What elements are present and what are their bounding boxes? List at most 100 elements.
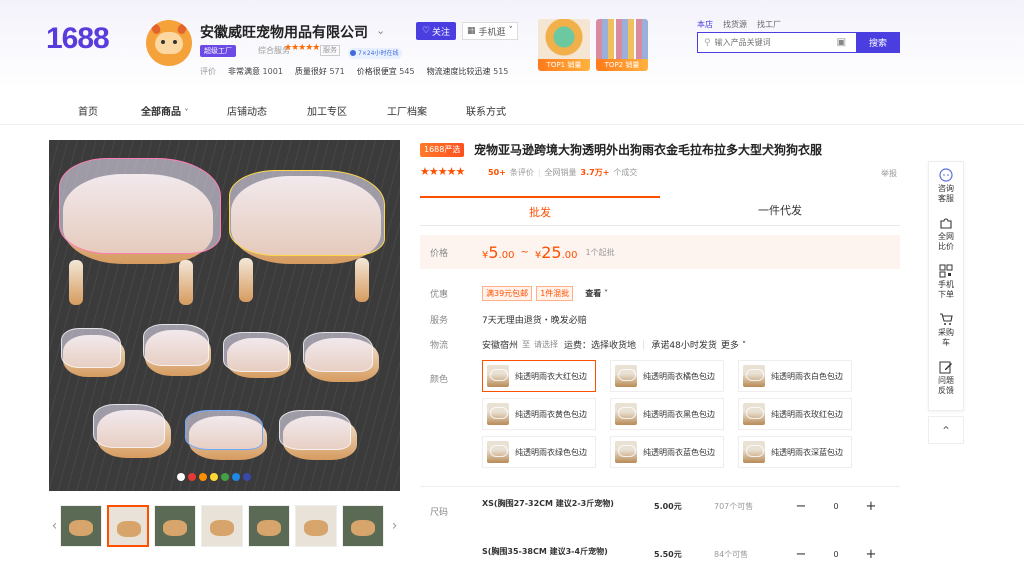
dog-leg bbox=[179, 260, 193, 305]
mobile-shop-button[interactable]: ▦ 手机逛 ˅ bbox=[462, 22, 518, 40]
nav-home[interactable]: 首页 bbox=[78, 103, 141, 118]
product-thumbnail[interactable] bbox=[295, 505, 337, 547]
tab-wholesale[interactable]: 批发 bbox=[420, 196, 660, 225]
search-input[interactable] bbox=[714, 38, 833, 47]
color-option[interactable]: 纯透明雨衣大红包边 bbox=[482, 360, 596, 392]
quantity-value[interactable]: 0 bbox=[812, 502, 860, 511]
color-dot bbox=[221, 473, 229, 481]
toolbar-customer-service[interactable]: 咨询客服 bbox=[929, 162, 963, 210]
color-option[interactable]: 纯透明雨衣深蓝包边 bbox=[738, 436, 852, 468]
main-product-image[interactable] bbox=[49, 140, 400, 491]
qrcode-icon: ▦ bbox=[466, 26, 476, 36]
minus-button[interactable]: − bbox=[790, 499, 812, 514]
thumbnail-dog bbox=[163, 520, 187, 536]
chevron-down-icon: ˅ bbox=[508, 26, 514, 36]
toolbar-cart[interactable]: 采购车 bbox=[929, 306, 963, 354]
product-rating-stars: ★★★★★ bbox=[420, 165, 465, 178]
quantity-value[interactable]: 0 bbox=[812, 550, 860, 559]
product-thumbnail[interactable] bbox=[154, 505, 196, 547]
raincoat-overlay bbox=[61, 328, 121, 368]
color-label-row: 颜色 bbox=[430, 372, 482, 385]
product-thumbnail[interactable] bbox=[342, 505, 384, 547]
more-button[interactable]: 更多 ˅ bbox=[721, 338, 746, 351]
shop-name[interactable]: 安徽威旺宠物用品有限公司 bbox=[200, 22, 368, 42]
tab-this-shop[interactable]: 本店 bbox=[697, 19, 713, 30]
dog-leg bbox=[355, 258, 369, 302]
color-option[interactable]: 纯透明雨衣黄色包边 bbox=[482, 398, 596, 430]
color-option[interactable]: 纯透明雨衣玫红包边 bbox=[738, 398, 852, 430]
toolbar-label: 全网比价 bbox=[938, 232, 954, 251]
nav-processing[interactable]: 加工专区 bbox=[307, 103, 387, 118]
color-swatch bbox=[487, 403, 509, 425]
color-option[interactable]: 纯透明雨衣蓝色包边 bbox=[610, 436, 724, 468]
nav-shop-news[interactable]: 店铺动态 bbox=[227, 103, 307, 118]
promo-view-button[interactable]: 查看 ˅ bbox=[585, 288, 608, 299]
color-option-label: 纯透明雨衣黑色包边 bbox=[643, 409, 715, 419]
plus-button[interactable]: + bbox=[860, 499, 882, 514]
promo-tag: 满39元包邮 bbox=[482, 286, 533, 301]
freight-text[interactable]: 运费：选择收货地 bbox=[564, 338, 636, 351]
chevron-down-icon: ˅ bbox=[604, 289, 609, 298]
toolbar-mobile-order[interactable]: 手机下单 bbox=[929, 258, 963, 306]
follow-button[interactable]: ♡ 关注 bbox=[416, 22, 456, 40]
shop-nav: 首页 全部商品 ˅ 店铺动态 加工专区 工厂档案 联系方式 bbox=[78, 103, 546, 118]
rating-item: 质量很好 571 bbox=[294, 67, 345, 76]
product-thumbnail[interactable] bbox=[60, 505, 102, 547]
shop-avatar[interactable] bbox=[146, 20, 192, 66]
price-low: ¥5.00 bbox=[482, 242, 515, 262]
top-product-ribbon: TOP1 销量 bbox=[538, 59, 590, 71]
minus-button[interactable]: − bbox=[790, 547, 812, 562]
thumbnail-dog bbox=[210, 520, 234, 536]
sales-count: 3.7万+ bbox=[580, 168, 610, 177]
chevron-down-icon: ˅ bbox=[741, 341, 747, 351]
color-swatch bbox=[487, 441, 509, 463]
tab-find-source[interactable]: 找货源 bbox=[723, 19, 747, 30]
product-thumbnail[interactable] bbox=[201, 505, 243, 547]
mobile-shop-label: 手机逛 bbox=[478, 27, 506, 38]
color-option[interactable]: 纯透明雨衣白色包边 bbox=[738, 360, 852, 392]
nav-all-products[interactable]: 全部商品 ˅ bbox=[141, 103, 227, 118]
color-dot bbox=[210, 473, 218, 481]
origin: 安徽宿州 bbox=[482, 341, 519, 351]
sales-label: 全网销量 bbox=[544, 168, 577, 177]
color-swatch bbox=[615, 403, 637, 425]
product-thumbnail[interactable] bbox=[248, 505, 290, 547]
chat-icon bbox=[939, 168, 953, 182]
top-product-2[interactable]: TOP2 销量 bbox=[596, 19, 648, 71]
nav-contact[interactable]: 联系方式 bbox=[466, 103, 546, 118]
thumbnail-dog bbox=[117, 521, 141, 537]
nav-factory-profile[interactable]: 工厂档案 bbox=[387, 103, 466, 118]
toolbar-feedback[interactable]: 问题反馈 bbox=[929, 354, 963, 402]
review-count[interactable]: 50+ bbox=[488, 168, 506, 177]
tab-dropship[interactable]: 一件代发 bbox=[660, 196, 900, 225]
chevron-left-icon[interactable]: ‹ bbox=[49, 518, 60, 534]
color-option[interactable]: 纯透明雨衣橘色包边 bbox=[610, 360, 724, 392]
plus-button[interactable]: + bbox=[860, 547, 882, 562]
product-title: 宠物亚马逊跨境大狗透明外出狗雨衣金毛拉布拉多大型犬狗狗衣服 bbox=[474, 143, 823, 157]
dog-leg bbox=[69, 260, 83, 305]
tab-find-factory[interactable]: 找工厂 bbox=[757, 19, 781, 30]
back-to-top-button[interactable]: ⌃ bbox=[928, 416, 964, 444]
color-swatch bbox=[615, 365, 637, 387]
search-button[interactable]: 搜索 bbox=[856, 32, 900, 53]
destination-select[interactable]: 请选择 bbox=[534, 339, 558, 350]
quantity-stepper: −0 + bbox=[790, 543, 882, 565]
purchase-tabs: 批发 一件代发 bbox=[420, 196, 900, 226]
chevron-right-icon[interactable]: › bbox=[389, 518, 400, 534]
color-dot bbox=[243, 473, 251, 481]
meta-divider: | bbox=[642, 339, 646, 350]
chevron-down-icon[interactable]: ⌄ bbox=[376, 24, 385, 37]
camera-icon[interactable]: ▣ bbox=[837, 37, 846, 48]
site-logo[interactable]: 1688 bbox=[46, 22, 110, 56]
report-link[interactable]: 举报 bbox=[881, 168, 897, 179]
top-product-ribbon: TOP2 销量 bbox=[596, 59, 648, 71]
toolbar-label: 采购车 bbox=[938, 328, 954, 347]
top-product-1[interactable]: TOP1 销量 bbox=[538, 19, 590, 71]
size-divider bbox=[420, 486, 900, 487]
product-thumbnail[interactable] bbox=[107, 505, 149, 547]
service-row-label: 服务 bbox=[430, 316, 449, 326]
color-option[interactable]: 纯透明雨衣黑色包边 bbox=[610, 398, 724, 430]
ratings-label: 评价 bbox=[200, 67, 216, 76]
color-option[interactable]: 纯透明雨衣绿色包边 bbox=[482, 436, 596, 468]
toolbar-compare[interactable]: 全网比价 bbox=[929, 210, 963, 258]
